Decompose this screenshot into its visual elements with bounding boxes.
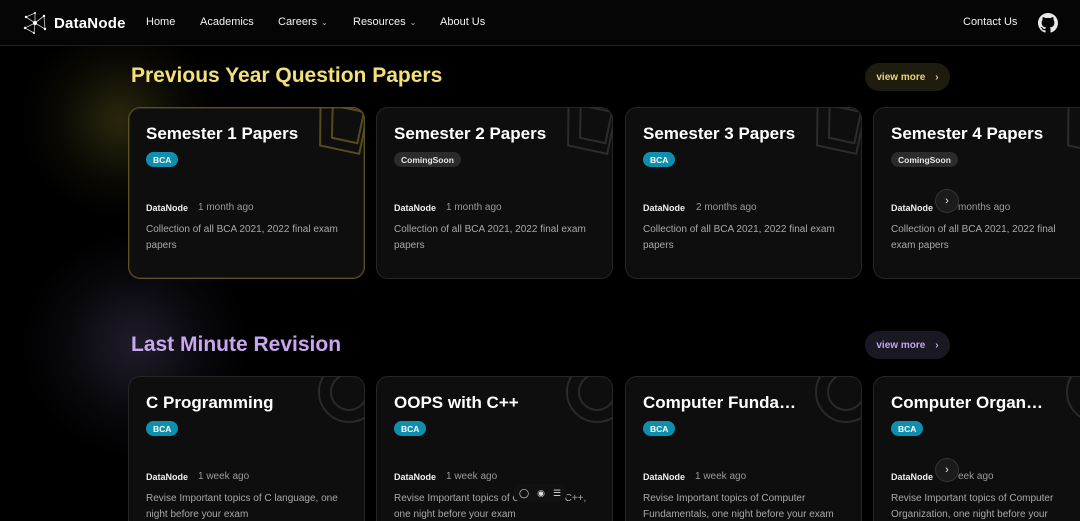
card-title: Computer Funda… (643, 393, 796, 412)
github-icon[interactable] (1038, 13, 1058, 33)
card-semester-2[interactable]: Semester 2 Papers ComingSoon DataNode 1 … (376, 107, 613, 279)
card-author: DataNode (891, 203, 934, 213)
card-semester-4[interactable]: Semester 4 Papers ComingSoon DataNode mo… (873, 107, 1080, 279)
card-description: Collection of all BCA 2021, 2022 final e… (394, 224, 586, 251)
top-navbar: DataNode Home Academics Careers ⌄ Resour… (0, 0, 1080, 46)
eye-icon[interactable]: ◉ (537, 488, 545, 499)
floating-toolbar: ◯ ◉ ☰ (513, 484, 568, 502)
category-badge: BCA (394, 421, 427, 436)
category-badge: BCA (891, 421, 924, 436)
category-badge: ComingSoon (891, 152, 958, 167)
nav-resources-label: Resources (353, 16, 406, 28)
card-c-programming[interactable]: C Programming BCA DataNode 1 week ago Re… (128, 376, 365, 521)
card-timestamp: 2 months ago (696, 202, 757, 213)
card-timestamp: 1 week ago (446, 471, 498, 482)
card-description: Revise Important topics of Computer Fund… (643, 493, 834, 520)
chevron-down-icon: ⌄ (409, 17, 417, 27)
category-badge: BCA (643, 152, 676, 167)
nav-careers[interactable]: Careers ⌄ (278, 16, 328, 28)
card-author: DataNode (643, 472, 686, 482)
nav-resources[interactable]: Resources ⌄ (353, 16, 416, 28)
card-description: Collection of all BCA 2021, 2022 final e… (891, 224, 1056, 251)
card-title: Semester 1 Papers (146, 124, 299, 143)
card-title: Semester 2 Papers (394, 124, 547, 143)
card-author: DataNode (643, 203, 686, 213)
category-badge: BCA (643, 421, 676, 436)
chevron-right-icon: › (935, 339, 939, 351)
section-title-question-papers: Previous Year Question Papers (131, 64, 443, 87)
card-title: C Programming (146, 393, 274, 412)
card-author: DataNode (394, 203, 437, 213)
section-title-last-minute-revision: Last Minute Revision (131, 333, 342, 356)
nav-home[interactable]: Home (146, 16, 175, 28)
nav-careers-label: Careers (278, 16, 318, 28)
document-decoration-icon (319, 108, 364, 155)
chevron-right-icon: › (935, 71, 939, 83)
carousel-next-button[interactable]: › (935, 189, 959, 213)
card-timestamp: 1 month ago (198, 202, 254, 213)
chevron-down-icon: ⌄ (321, 17, 328, 27)
card-title: Computer Organ… (891, 393, 1044, 412)
document-decoration-icon (567, 108, 612, 155)
circle-decoration-icon (566, 377, 612, 423)
document-decoration-icon (1067, 108, 1080, 155)
view-more-label: view more (876, 71, 926, 83)
card-description: Revise Important topics of C language, o… (146, 493, 338, 520)
document-decoration-icon (816, 108, 861, 155)
nav-contact-us[interactable]: Contact Us (963, 16, 1017, 28)
category-badge: BCA (146, 421, 179, 436)
circle-decoration-icon (815, 377, 861, 423)
comment-icon[interactable]: ◯ (519, 488, 529, 499)
card-author: DataNode (394, 472, 437, 482)
card-timestamp: eek ago (958, 471, 994, 482)
brand-logo[interactable]: DataNode (22, 11, 126, 35)
view-more-button[interactable]: view more › (865, 63, 950, 91)
menu-icon[interactable]: ☰ (553, 488, 561, 499)
card-computer-fundamentals[interactable]: Computer Funda… BCA DataNode 1 week ago … (625, 376, 862, 521)
card-description: Revise Important topics of Computer Orga… (891, 493, 1054, 520)
card-timestamp: months ago (958, 202, 1011, 213)
carousel-next-button[interactable]: › (935, 458, 959, 482)
view-more-button[interactable]: view more › (865, 331, 950, 359)
brand-name: DataNode (54, 14, 126, 32)
nav-academics[interactable]: Academics (200, 16, 254, 28)
nav-about-us[interactable]: About Us (440, 16, 485, 28)
card-author: DataNode (146, 203, 189, 213)
card-title: OOPS with C++ (394, 393, 519, 412)
card-author: DataNode (146, 472, 189, 482)
card-oops-cpp[interactable]: OOPS with C++ BCA DataNode 1 week ago Re… (376, 376, 613, 521)
card-title: Semester 3 Papers (643, 124, 796, 143)
card-description: Collection of all BCA 2021, 2022 final e… (146, 224, 338, 251)
card-title: Semester 4 Papers (891, 124, 1044, 143)
card-semester-1[interactable]: Semester 1 Papers BCA DataNode 1 month a… (128, 107, 365, 279)
card-semester-3[interactable]: Semester 3 Papers BCA DataNode 2 months … (625, 107, 862, 279)
network-logo-icon (23, 12, 47, 34)
card-description: Collection of all BCA 2021, 2022 final e… (643, 224, 835, 251)
category-badge: ComingSoon (394, 152, 461, 167)
circle-decoration-icon (318, 377, 364, 423)
circle-decoration-icon (1066, 377, 1080, 418)
category-badge: BCA (146, 152, 179, 167)
card-computer-organization[interactable]: Computer Organ… BCA DataNode eek ago Rev… (873, 376, 1080, 521)
card-timestamp: 1 week ago (198, 471, 250, 482)
card-timestamp: 1 month ago (446, 202, 502, 213)
card-timestamp: 1 week ago (695, 471, 747, 482)
card-author: DataNode (891, 472, 934, 482)
view-more-label: view more (876, 339, 926, 351)
